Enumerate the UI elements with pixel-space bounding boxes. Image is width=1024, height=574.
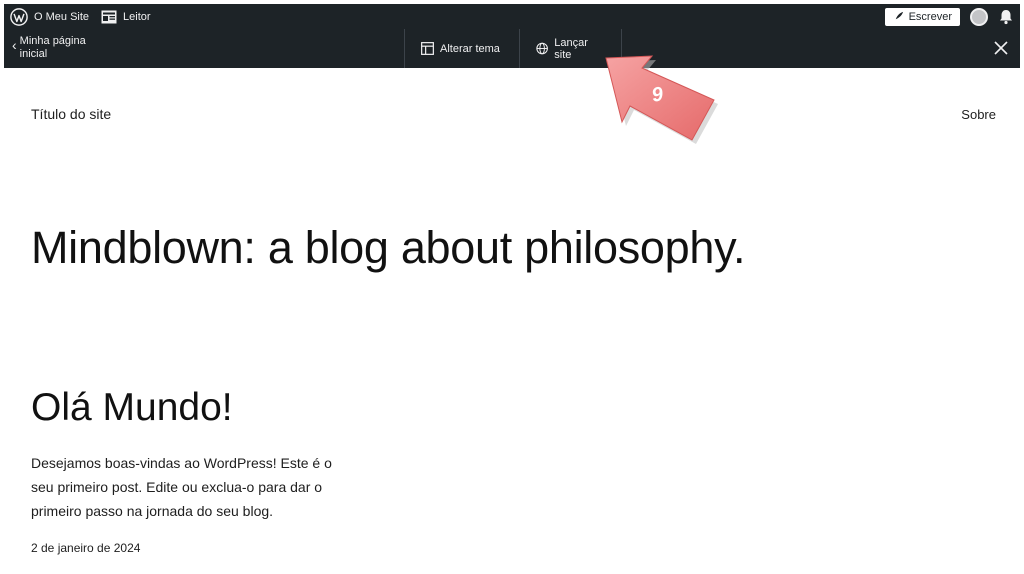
site-toolbar: ‹ Minha página inicial Alterar tema Lanç…: [4, 29, 1020, 68]
pen-icon: [893, 11, 903, 22]
change-theme-label: Alterar tema: [440, 42, 500, 55]
reader-icon: [101, 10, 117, 23]
globe-icon: [536, 42, 548, 55]
step-annotation-arrow: 9: [596, 52, 726, 152]
layout-icon: [421, 42, 434, 55]
reader-label: Leitor: [123, 10, 151, 23]
post-excerpt: Desejamos boas-vindas ao WordPress! Este…: [31, 455, 332, 519]
reader-menu[interactable]: Leitor: [95, 4, 157, 29]
wordpress-logo-icon: [10, 7, 28, 26]
back-to-home-link[interactable]: ‹ Minha página inicial: [12, 35, 100, 61]
change-theme-button[interactable]: Alterar tema: [404, 29, 519, 68]
write-button[interactable]: Escrever: [884, 7, 960, 26]
write-label: Escrever: [908, 10, 952, 23]
avatar[interactable]: [970, 7, 988, 26]
bell-icon[interactable]: [998, 9, 1014, 25]
post-title[interactable]: Olá Mundo!: [31, 386, 233, 430]
admin-bar: O Meu Site Leitor Escrever: [4, 4, 1020, 29]
nav-about-link[interactable]: Sobre: [961, 107, 996, 122]
back-label: Minha página inicial: [19, 35, 86, 60]
site-title[interactable]: Título do site: [31, 106, 111, 122]
site-name: O Meu Site: [34, 10, 90, 23]
site-tagline: Mindblown: a blog about philosophy.: [31, 222, 746, 273]
my-site-menu[interactable]: O Meu Site: [4, 4, 95, 29]
close-icon[interactable]: [992, 39, 1010, 57]
post-date: 2 de janeiro de 2024: [31, 541, 141, 555]
chevron-left-icon: ‹: [12, 37, 17, 53]
